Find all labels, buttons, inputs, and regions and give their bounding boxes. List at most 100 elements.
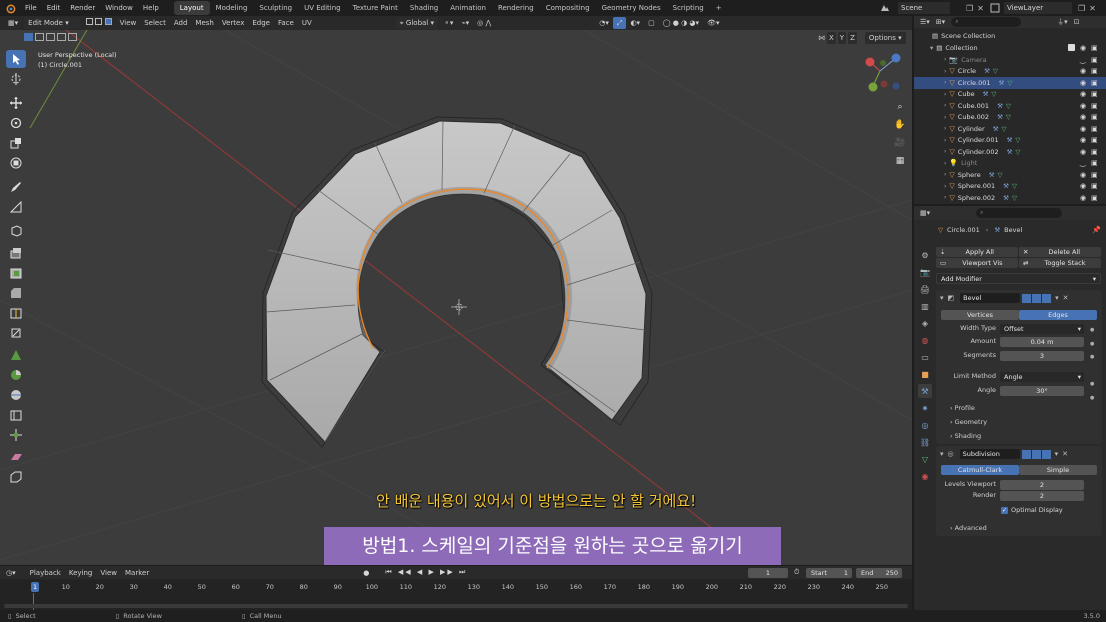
- profile-section[interactable]: › Profile: [950, 404, 975, 412]
- menu-edit[interactable]: Edit: [42, 0, 66, 16]
- optimal-display-checkbox[interactable]: ✓ Optimal Display: [1001, 506, 1063, 514]
- particles-tab-icon[interactable]: ✷: [918, 401, 932, 415]
- outliner-item-sphere-002[interactable]: › ▽ Sphere.002 ⚒ ▽ ◉ ▣: [914, 192, 1106, 204]
- outliner-item-cube-001[interactable]: › ▽ Cube.001 ⚒ ▽ ◉ ▣: [914, 100, 1106, 112]
- modifier-wrench-icon[interactable]: ⚒: [999, 79, 1005, 87]
- expand-arrow-icon[interactable]: ›: [944, 68, 946, 75]
- properties-editor-icon[interactable]: ▦▾: [920, 209, 930, 217]
- render-tab-icon[interactable]: 📷: [918, 265, 932, 279]
- expand-arrow-icon[interactable]: ›: [944, 160, 946, 167]
- new-collection-icon[interactable]: ⊡: [1074, 18, 1080, 26]
- outliner-item-circle-001[interactable]: › ▽ Circle.001 ⚒ ▽ ◉ ▣: [914, 77, 1106, 89]
- tab-texture-paint[interactable]: Texture Paint: [347, 1, 404, 15]
- mode-selector[interactable]: Edit Mode ▾: [24, 17, 81, 29]
- shading-section[interactable]: › Shading: [950, 432, 981, 440]
- tab-shading[interactable]: Shading: [404, 1, 444, 15]
- add-workspace-button[interactable]: +: [710, 1, 728, 15]
- eye-icon[interactable]: ◉: [1080, 148, 1086, 156]
- mesh-data-icon[interactable]: ▽: [1012, 194, 1017, 202]
- expand-arrow-icon[interactable]: ›: [944, 91, 946, 98]
- menu-file[interactable]: File: [20, 0, 42, 16]
- levels-viewport-field[interactable]: 2: [1000, 480, 1084, 490]
- close-icon[interactable]: ✕: [1089, 4, 1096, 13]
- outliner-item-cylinder[interactable]: › ▽ Cylinder ⚒ ▽ ◉ ▣: [914, 123, 1106, 135]
- pan-hand-icon[interactable]: ✋: [892, 117, 908, 133]
- tab-rendering[interactable]: Rendering: [492, 1, 540, 15]
- editor-type-icon[interactable]: ▦▾: [4, 17, 22, 29]
- expand-arrow-icon[interactable]: ›: [944, 102, 946, 109]
- render-camera-icon[interactable]: ▣: [1091, 125, 1098, 133]
- modifier-wrench-icon[interactable]: ⚒: [1003, 194, 1009, 202]
- mirror-z-button[interactable]: Z: [848, 32, 857, 44]
- eye-icon[interactable]: ◉: [1080, 90, 1086, 98]
- select-box-tool[interactable]: [6, 50, 26, 68]
- expand-arrow-icon[interactable]: ›: [944, 171, 946, 178]
- knife-tool[interactable]: [6, 324, 26, 342]
- render-toggle-icon[interactable]: [1042, 293, 1052, 303]
- ring-mesh[interactable]: [265, 120, 647, 443]
- angle-field[interactable]: 30°: [1000, 386, 1084, 396]
- blender-logo-icon[interactable]: [0, 3, 20, 14]
- menu-help[interactable]: Help: [138, 0, 164, 16]
- expand-arrow-icon[interactable]: ›: [944, 137, 946, 144]
- mesh-data-icon[interactable]: ▽: [1015, 148, 1020, 156]
- simple-button[interactable]: Simple: [1019, 465, 1097, 475]
- eye-icon[interactable]: ◉: [1080, 44, 1086, 52]
- timeline-menu-keying[interactable]: Keying: [65, 567, 97, 579]
- record-icon[interactable]: ●: [363, 569, 369, 577]
- viewport-menu-edge[interactable]: Edge: [248, 17, 274, 29]
- viewport-menu-view[interactable]: View: [116, 17, 141, 29]
- camera-view-icon[interactable]: 🎥: [892, 135, 908, 151]
- bevel-tool[interactable]: [6, 284, 26, 302]
- current-frame-field[interactable]: 1: [748, 567, 788, 578]
- render-camera-icon[interactable]: ▣: [1091, 113, 1098, 121]
- menu-window[interactable]: Window: [100, 0, 138, 16]
- rotate-tool[interactable]: [6, 114, 26, 132]
- transform-tool[interactable]: [6, 154, 26, 172]
- expand-arrow-icon[interactable]: ›: [944, 183, 946, 190]
- outliner-item-circle[interactable]: › ▽ Circle ⚒ ▽ ◉ ▣: [914, 66, 1106, 78]
- tab-compositing[interactable]: Compositing: [540, 1, 596, 15]
- apply-all-button[interactable]: ⇣ Apply All: [936, 247, 1018, 257]
- render-toggle-icon[interactable]: [1041, 449, 1051, 459]
- stopwatch-icon[interactable]: ⏱: [794, 568, 799, 577]
- width-type-select[interactable]: Offset ▾: [1000, 324, 1084, 334]
- editmode-toggle-icon[interactable]: [1022, 293, 1032, 303]
- collection-row[interactable]: ▾ ▤ Collection ◉ ▣: [914, 42, 1106, 54]
- timeline-menu-marker[interactable]: Marker: [121, 567, 153, 579]
- selected-edges[interactable]: [357, 188, 569, 369]
- eye-icon[interactable]: ◉: [1080, 113, 1086, 121]
- outliner-search-input[interactable]: ⌕: [951, 17, 1022, 27]
- mesh-data-icon[interactable]: ▽: [993, 67, 998, 75]
- mirror-y-button[interactable]: Y: [837, 32, 847, 44]
- subdivision-visibility-toggles[interactable]: [1021, 449, 1051, 459]
- start-frame-field[interactable]: Start 1: [806, 567, 852, 578]
- bevel-name-field[interactable]: Bevel: [960, 293, 1021, 303]
- shrink-fatten-tool[interactable]: [6, 426, 26, 444]
- delete-all-button[interactable]: ✕ Delete All: [1019, 247, 1101, 257]
- collection-checkbox[interactable]: [1068, 44, 1075, 52]
- modifier-wrench-icon[interactable]: ⚒: [997, 113, 1003, 121]
- outliner-editor-icon[interactable]: ☰▾: [920, 18, 930, 26]
- 3d-cursor[interactable]: [451, 299, 467, 315]
- close-icon[interactable]: ✕: [1063, 294, 1069, 302]
- smooth-tool[interactable]: [6, 386, 26, 404]
- add-modifier-button[interactable]: Add Modifier ▾: [936, 273, 1101, 284]
- keyframe-dots[interactable]: ● ● ● ● ●: [1090, 324, 1094, 406]
- tab-scripting[interactable]: Scripting: [667, 1, 710, 15]
- display-mode-icon[interactable]: ⊞▾: [936, 18, 945, 26]
- render-camera-icon[interactable]: ▣: [1091, 136, 1098, 144]
- output-tab-icon[interactable]: 🖨: [918, 282, 932, 296]
- outliner-item-sphere-001[interactable]: › ▽ Sphere.001 ⚒ ▽ ◉ ▣: [914, 181, 1106, 193]
- frame-ruler[interactable]: 1 10 20 30 40 50 60 70 80 90 100 110 120 130 140 150 160…: [0, 581, 912, 593]
- eye-icon[interactable]: ◉: [1080, 102, 1086, 110]
- tab-uv-editing[interactable]: UV Editing: [298, 1, 347, 15]
- amount-field[interactable]: 0.04 m: [1000, 337, 1084, 347]
- viewport-menu-mesh[interactable]: Mesh: [191, 17, 217, 29]
- modifier-wrench-icon[interactable]: ⚒: [989, 171, 995, 179]
- timeline-scrollbar[interactable]: [4, 604, 908, 608]
- timeline-menu-playback[interactable]: Playback: [26, 567, 65, 579]
- render-camera-icon[interactable]: ▣: [1091, 171, 1098, 179]
- outliner-item-cylinder-001[interactable]: › ▽ Cylinder.001 ⚒ ▽ ◉ ▣: [914, 135, 1106, 147]
- limit-method-select[interactable]: Angle ▾: [1000, 372, 1084, 382]
